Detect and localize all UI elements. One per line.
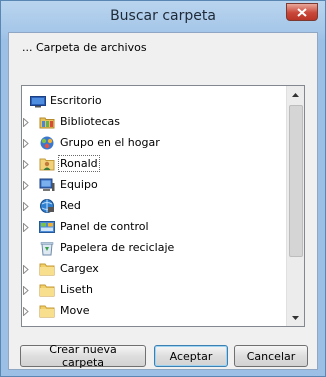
dialog-window: Buscar carpeta ... Carpeta de archivos E… bbox=[0, 0, 326, 377]
expand-arrow-icon[interactable] bbox=[22, 180, 30, 191]
tree-item[interactable]: Cargex bbox=[22, 259, 288, 279]
expand-arrow-icon[interactable] bbox=[22, 222, 30, 233]
cancel-button[interactable]: Cancelar bbox=[234, 345, 308, 367]
tree-item-label: Escritorio bbox=[50, 94, 102, 107]
tree-item-label: Quipuela bbox=[60, 325, 109, 326]
desktop-icon bbox=[30, 93, 46, 109]
tree-item[interactable]: Ronald bbox=[22, 154, 288, 174]
vertical-scrollbar[interactable] bbox=[286, 86, 304, 326]
network-icon bbox=[39, 198, 55, 214]
tree-item[interactable]: Papelera de reciclaje bbox=[22, 238, 288, 258]
close-button[interactable] bbox=[286, 3, 318, 21]
close-icon bbox=[297, 7, 307, 17]
tree-item[interactable]: Red bbox=[22, 196, 288, 216]
folder-icon bbox=[39, 303, 55, 319]
libraries-icon bbox=[39, 114, 55, 130]
tree-item-label: Bibliotecas bbox=[60, 115, 121, 128]
folder-icon bbox=[39, 324, 55, 326]
accept-button[interactable]: Aceptar bbox=[154, 345, 228, 367]
tree-item[interactable]: Panel de control bbox=[22, 217, 288, 237]
expand-arrow-icon[interactable] bbox=[22, 201, 30, 212]
expand-arrow-icon[interactable] bbox=[22, 159, 30, 170]
expand-arrow-icon[interactable] bbox=[22, 117, 30, 128]
control-panel-icon bbox=[39, 219, 55, 235]
expand-arrow-icon[interactable] bbox=[22, 285, 30, 296]
scroll-up-button[interactable] bbox=[287, 86, 304, 103]
tree-item-label: Red bbox=[60, 199, 81, 212]
dialog-body: ... Carpeta de archivos Escritorio Biblio… bbox=[8, 32, 318, 370]
expand-arrow-icon[interactable] bbox=[22, 138, 30, 149]
folder-tree[interactable]: Escritorio Bibliotecas Grupo en el hogar Ro… bbox=[21, 85, 305, 327]
folder-icon bbox=[39, 282, 55, 298]
scroll-down-button[interactable] bbox=[287, 309, 304, 326]
tree-item-label: Cargex bbox=[60, 262, 99, 275]
tree-item-label: Equipo bbox=[60, 178, 98, 191]
tree-item[interactable]: Equipo bbox=[22, 175, 288, 195]
arrow-up-icon bbox=[292, 92, 299, 97]
scroll-thumb[interactable] bbox=[289, 105, 303, 257]
tree-item[interactable]: Escritorio bbox=[22, 91, 288, 111]
tree-item-label: Grupo en el hogar bbox=[60, 136, 160, 149]
user-folder-icon bbox=[39, 156, 55, 172]
recycle-bin-icon bbox=[39, 240, 55, 256]
arrow-down-icon bbox=[292, 315, 299, 320]
tree-item-label: Panel de control bbox=[60, 220, 149, 233]
tree-item[interactable]: Liseth bbox=[22, 280, 288, 300]
new-folder-button[interactable]: Crear nueva carpeta bbox=[20, 343, 146, 369]
tree-item-label: Move bbox=[60, 304, 90, 317]
tree-item-label: Ronald bbox=[58, 155, 100, 172]
window-title: Buscar carpeta bbox=[110, 8, 216, 24]
title-bar[interactable]: Buscar carpeta bbox=[1, 1, 325, 33]
dialog-description: ... Carpeta de archivos bbox=[22, 41, 147, 54]
tree-item[interactable]: Quipuela bbox=[22, 322, 288, 326]
tree-item[interactable]: Grupo en el hogar bbox=[22, 133, 288, 153]
tree-item[interactable]: Move bbox=[22, 301, 288, 321]
tree-item-label: Liseth bbox=[60, 283, 93, 296]
tree-item[interactable]: Bibliotecas bbox=[22, 112, 288, 132]
homegroup-icon bbox=[39, 135, 55, 151]
tree-item-label: Papelera de reciclaje bbox=[60, 241, 175, 254]
computer-icon bbox=[39, 177, 55, 193]
expand-arrow-icon[interactable] bbox=[22, 306, 30, 317]
folder-icon bbox=[39, 261, 55, 277]
expand-arrow-icon[interactable] bbox=[22, 264, 30, 275]
